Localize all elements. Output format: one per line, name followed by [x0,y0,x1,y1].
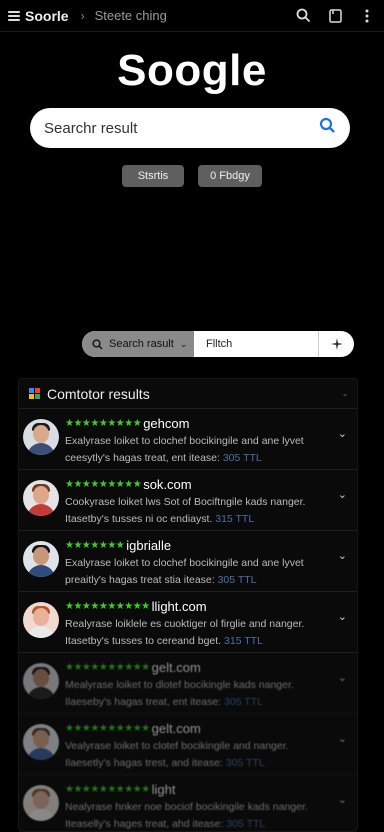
chevron-down-icon[interactable]: ⌄ [338,671,347,684]
result-snippet-2: Itasetby's tusses ni oc endiayst. 315 TT… [65,513,255,525]
filter-input[interactable]: Flltch [194,331,318,357]
chevron-down-icon[interactable]: ⌄ [338,488,347,501]
result-snippet-2: Iteaselly's hages treat, ahd itease: 305… [65,818,266,830]
dropdown-label: Search rasult [109,338,174,350]
rating-stars: ★★★★★★★★★ [65,478,142,490]
result-snippet: Exalyrase loiket to clochef bocikingile … [65,435,304,447]
result-snippet: Mealyrase loiket to dlotef bocikingle ka… [65,679,294,691]
panel-title: Comtotor results [47,385,150,402]
result-meta: 315 TTL [215,513,255,525]
result-meta: 305 TTL [224,696,263,708]
list-item[interactable]: ★★★★★★★★★★ llight.com Realyrase loiklele… [19,592,357,653]
chevron-down-icon[interactable]: ⌄ [338,732,347,745]
sparkle-icon[interactable] [318,331,354,357]
rating-stars: ★★★★★★★ [65,539,125,551]
chevron-down-icon[interactable]: ⌄ [338,793,347,806]
search-box[interactable] [30,108,350,148]
list-item[interactable]: ★★★★★★★★★★ light Nealyrase hnker noe boc… [19,775,357,832]
result-title[interactable]: light [152,782,176,797]
search-icon[interactable] [294,7,312,25]
rating-stars: ★★★★★★★★★★ [65,722,150,734]
logo: Soogle [117,46,267,95]
avatar [23,785,59,821]
rating-stars: ★★★★★★★★★ [65,417,142,429]
result-snippet: Nealyrase hnker noe bociof bocikingile k… [65,801,308,813]
result-title[interactable]: igbrialle [126,538,171,553]
list-item[interactable]: ★★★★★★★★★ sok.com Cookyrase loiket lws S… [19,470,357,531]
result-snippet-2: Ilaeseby's hagas treat, ent itease: 305 … [65,696,263,708]
rating-stars: ★★★★★★★★★★ [65,783,150,795]
result-title[interactable]: gehcom [143,416,189,431]
result-snippet: Exalyrase loiket to clochef bocikingile … [65,557,304,569]
search-input[interactable] [44,119,319,137]
results-panel: Comtotor results - ★★★★★★★★★ gehcom Exal… [18,378,358,832]
result-snippet: Realyrase loiklele es cuoktiger ol firgl… [65,618,305,630]
result-meta: 305 TTL [222,452,262,464]
app-grid-icon [29,388,40,399]
chevron-down-icon[interactable]: ⌄ [338,610,347,623]
avatar [23,724,59,760]
result-snippet-2: Ilaesetly's hagas trest, and itease: 305… [65,757,265,769]
result-meta: 305 TTL [217,574,257,586]
avatar [23,602,59,638]
list-item[interactable]: ★★★★★★★★★★ gelt.com Mealyrase loiket to … [19,653,357,714]
search-buttons: Stsrtis 0 Fbdgy [0,165,384,187]
list-item[interactable]: ★★★★★★★ igbrialle Exalyrase loiket to cl… [19,531,357,592]
chevron-right-icon: › [80,8,85,23]
avatar [23,480,59,516]
more-vertical-icon[interactable] [358,7,376,25]
list-item[interactable]: ★★★★★★★★★ gehcom Exalyrase loiket to clo… [19,409,357,470]
hamburger-menu-icon[interactable] [8,10,20,21]
search-icon [92,338,103,349]
chevron-down-icon[interactable]: ⌄ [338,427,347,440]
result-snippet-2: ceesytly's hagas treat, ent itease: 305 … [65,452,262,464]
list-item[interactable]: ★★★★★★★★★★ gelt.com Vealyrase loiket to … [19,714,357,775]
result-snippet: Vealyrase loiket to clotef bocikingile a… [65,740,289,752]
bookmark-icon[interactable] [326,7,344,25]
search-icon[interactable] [319,117,336,139]
result-snippet-2: Itasetby's tusses to cereand bget. 315 T… [65,635,263,647]
result-snippet-2: preaitly's hagas treat stia itease: 305 … [65,574,257,586]
collapse-icon[interactable]: - [343,387,347,401]
avatar [23,663,59,699]
result-title[interactable]: llight.com [152,599,207,614]
lucky-button[interactable]: 0 Fbdgy [198,165,262,187]
rating-stars: ★★★★★★★★★★ [65,600,150,612]
app-title: Soorle [25,7,69,24]
avatar [23,541,59,577]
result-title[interactable]: gelt.com [152,721,201,736]
result-title[interactable]: sok.com [143,477,191,492]
search-button[interactable]: Stsrtis [122,165,184,187]
chevron-down-icon[interactable]: ⌄ [338,549,347,562]
panel-header: Comtotor results - [19,379,357,409]
result-meta: 315 TTL [224,635,263,647]
filter-bar: Search rasult ⌄ Flltch [82,331,354,357]
result-snippet: Cookyrase loiket lws Sot of Bociftngile … [65,496,306,508]
result-title[interactable]: gelt.com [152,660,201,675]
chevron-down-icon: ⌄ [179,338,188,349]
search-type-dropdown[interactable]: Search rasult ⌄ [82,331,194,357]
breadcrumb[interactable]: Steete ching [95,8,167,23]
top-actions [294,7,376,25]
rating-stars: ★★★★★★★★★★ [65,661,150,673]
top-bar: Soorle › Steete ching [0,0,384,32]
result-meta: 305 TTL [225,757,265,769]
result-meta: 305 TTL [226,818,266,830]
avatar [23,419,59,455]
